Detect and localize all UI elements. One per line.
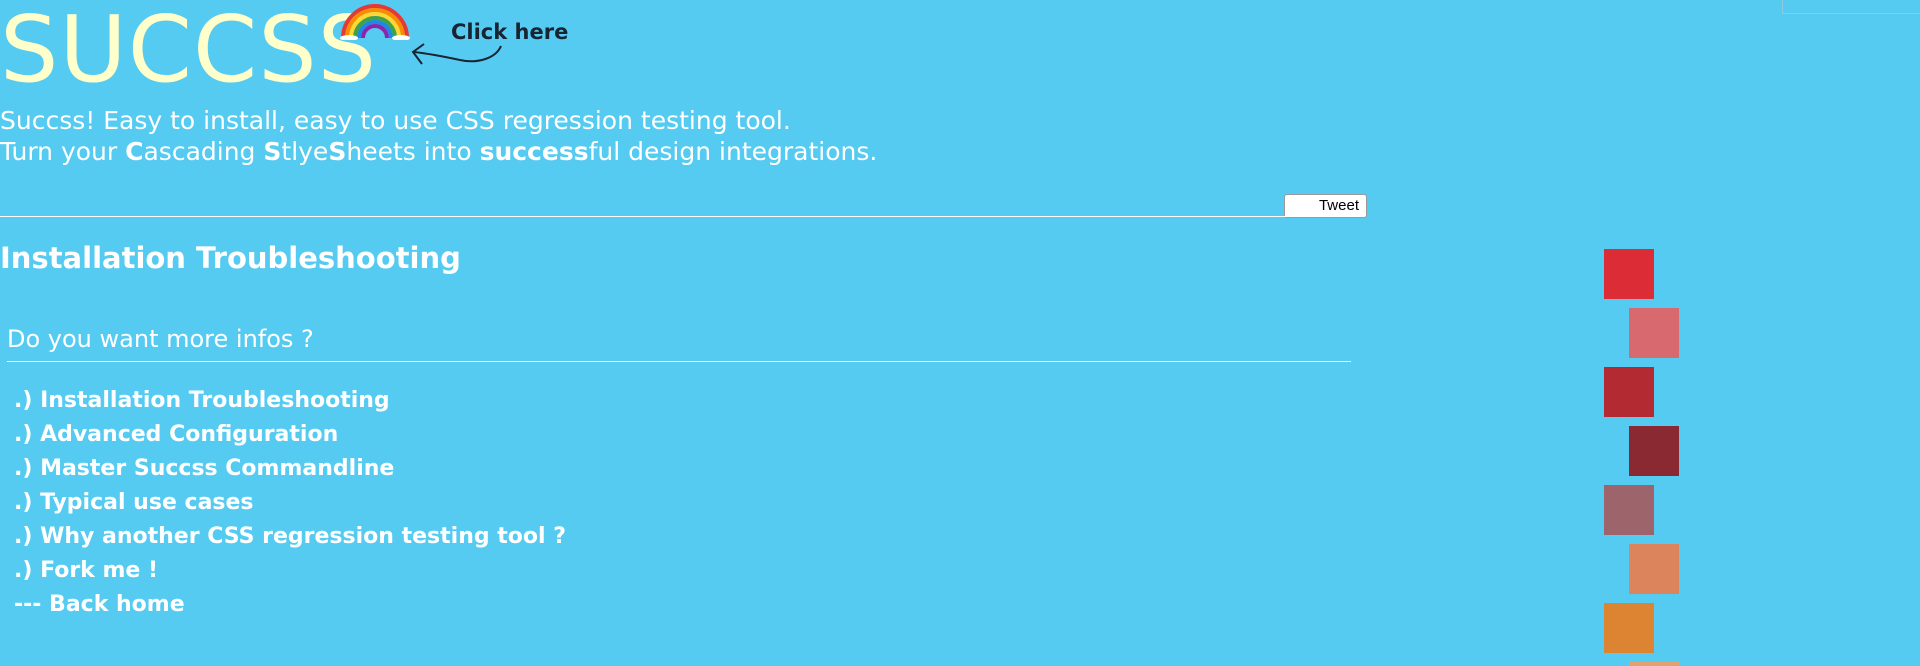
tagline-line-1: Succss! Easy to install, easy to use CSS… xyxy=(0,106,791,135)
doc-nav-list: .) Installation Troubleshooting .) Advan… xyxy=(14,384,566,622)
color-swatch xyxy=(1604,367,1654,417)
info-divider xyxy=(7,361,1351,362)
color-swatch xyxy=(1629,426,1679,476)
tweet-button[interactable]: Tweet xyxy=(1284,194,1367,218)
tagline: Succss! Easy to install, easy to use CSS… xyxy=(0,105,877,167)
nav-link-installation-troubleshooting[interactable]: .) Installation Troubleshooting xyxy=(14,384,566,418)
nav-link-back-home[interactable]: --- Back home xyxy=(14,588,566,622)
header-divider xyxy=(0,216,1361,217)
color-swatch xyxy=(1629,544,1679,594)
nav-link-typical-use-cases[interactable]: .) Typical use cases xyxy=(14,486,566,520)
nav-link-fork-me[interactable]: .) Fork me ! xyxy=(14,554,566,588)
nav-link-master-commandline[interactable]: .) Master Succss Commandline xyxy=(14,452,566,486)
page-title: Installation Troubleshooting xyxy=(0,241,461,275)
color-swatch xyxy=(1604,485,1654,535)
site-logo[interactable]: SUCCSS xyxy=(0,0,377,100)
nav-link-why-another-tool[interactable]: .) Why another CSS regression testing to… xyxy=(14,520,566,554)
color-swatch xyxy=(1629,662,1679,666)
curved-arrow-icon xyxy=(411,43,502,65)
color-swatch xyxy=(1629,308,1679,358)
color-swatch xyxy=(1604,603,1654,653)
corner-frame xyxy=(1782,0,1920,14)
tagline-line-2: Turn your Cascading StlyeSheets into suc… xyxy=(0,137,878,166)
page: SUCCSS Click here Succss! Easy to instal… xyxy=(0,0,1920,666)
rainbow-icon[interactable] xyxy=(340,4,410,40)
color-swatch xyxy=(1604,249,1654,299)
nav-link-advanced-configuration[interactable]: .) Advanced Configuration xyxy=(14,418,566,452)
more-info-heading: Do you want more infos ? xyxy=(7,325,314,353)
click-here-hint[interactable]: Click here xyxy=(451,20,568,44)
